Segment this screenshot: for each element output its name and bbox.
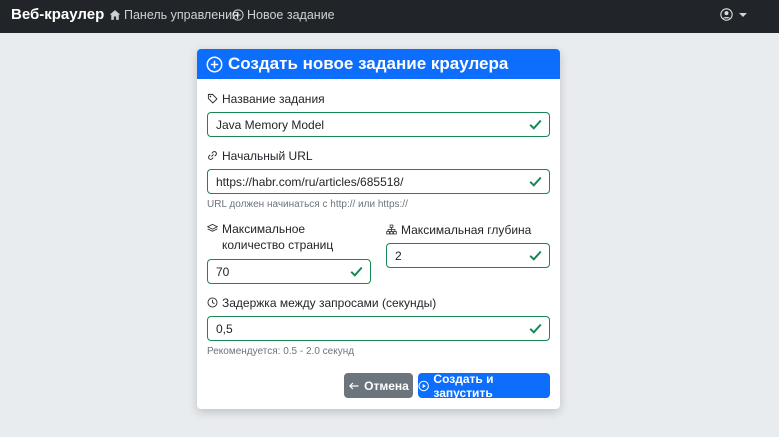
create-and-run-button[interactable]: Создать и запустить — [418, 371, 550, 400]
task-name-value: Java Memory Model — [216, 117, 325, 132]
layers-icon — [207, 223, 218, 232]
nav-link-new-task-label: Новое задание — [247, 8, 335, 22]
delay-input[interactable]: 0,5 — [207, 316, 550, 341]
delay-value: 0,5 — [216, 321, 233, 336]
arrow-left-icon — [349, 382, 359, 389]
start-url-label: Начальный URL — [207, 148, 313, 164]
clock-icon — [207, 297, 218, 308]
plus-circle-icon — [232, 9, 244, 21]
user-circle-icon — [720, 8, 733, 21]
cancel-button[interactable]: Отмена — [344, 373, 413, 398]
max-pages-value: 70 — [216, 264, 230, 279]
house-icon — [109, 10, 121, 20]
user-menu[interactable] — [720, 8, 747, 21]
check-icon — [529, 250, 542, 261]
start-url-value: https://habr.com/ru/articles/685518/ — [216, 174, 404, 189]
nav-link-dashboard-label: Панель управления — [124, 8, 239, 22]
play-circle-icon — [418, 380, 429, 391]
max-pages-input[interactable]: 70 — [207, 259, 371, 284]
brand[interactable]: Веб-краулер — [11, 6, 104, 23]
task-name-input[interactable]: Java Memory Model — [207, 112, 550, 137]
delay-help: Рекомендуется: 0.5 - 2.0 секунд — [207, 346, 355, 357]
nav-link-dashboard[interactable]: Панель управления — [109, 8, 239, 22]
max-pages-label: Максимальное количество страниц — [207, 221, 367, 253]
task-name-label: Название задания — [207, 91, 325, 107]
start-url-input[interactable]: https://habr.com/ru/articles/685518/ — [207, 169, 550, 194]
check-icon — [529, 323, 542, 334]
create-and-run-button-label: Создать и запустить — [433, 371, 494, 400]
card-title: Создать новое задание краулера — [228, 54, 509, 73]
max-depth-input[interactable]: 2 — [386, 243, 550, 268]
card-header: Создать новое задание краулера — [197, 49, 560, 79]
sitemap-icon — [386, 224, 397, 235]
check-icon — [529, 119, 542, 130]
check-icon — [350, 266, 363, 277]
nav-link-new-task[interactable]: Новое задание — [232, 8, 335, 22]
chevron-down-icon — [739, 12, 747, 17]
delay-label: Задержка между запросами (секунды) — [207, 295, 436, 311]
tag-icon — [207, 93, 218, 104]
start-url-help: URL должен начинаться с http:// или http… — [207, 199, 408, 210]
navbar: Веб-краулер Панель управления Новое зада… — [0, 0, 779, 33]
cancel-button-label: Отмена — [364, 378, 409, 393]
link-icon — [208, 151, 217, 160]
plus-circle-icon — [206, 56, 223, 72]
check-icon — [529, 176, 542, 187]
max-depth-label: Максимальная глубина — [386, 222, 531, 238]
create-task-card: Создать новое задание краулера Название … — [197, 49, 560, 409]
max-depth-value: 2 — [395, 248, 402, 263]
